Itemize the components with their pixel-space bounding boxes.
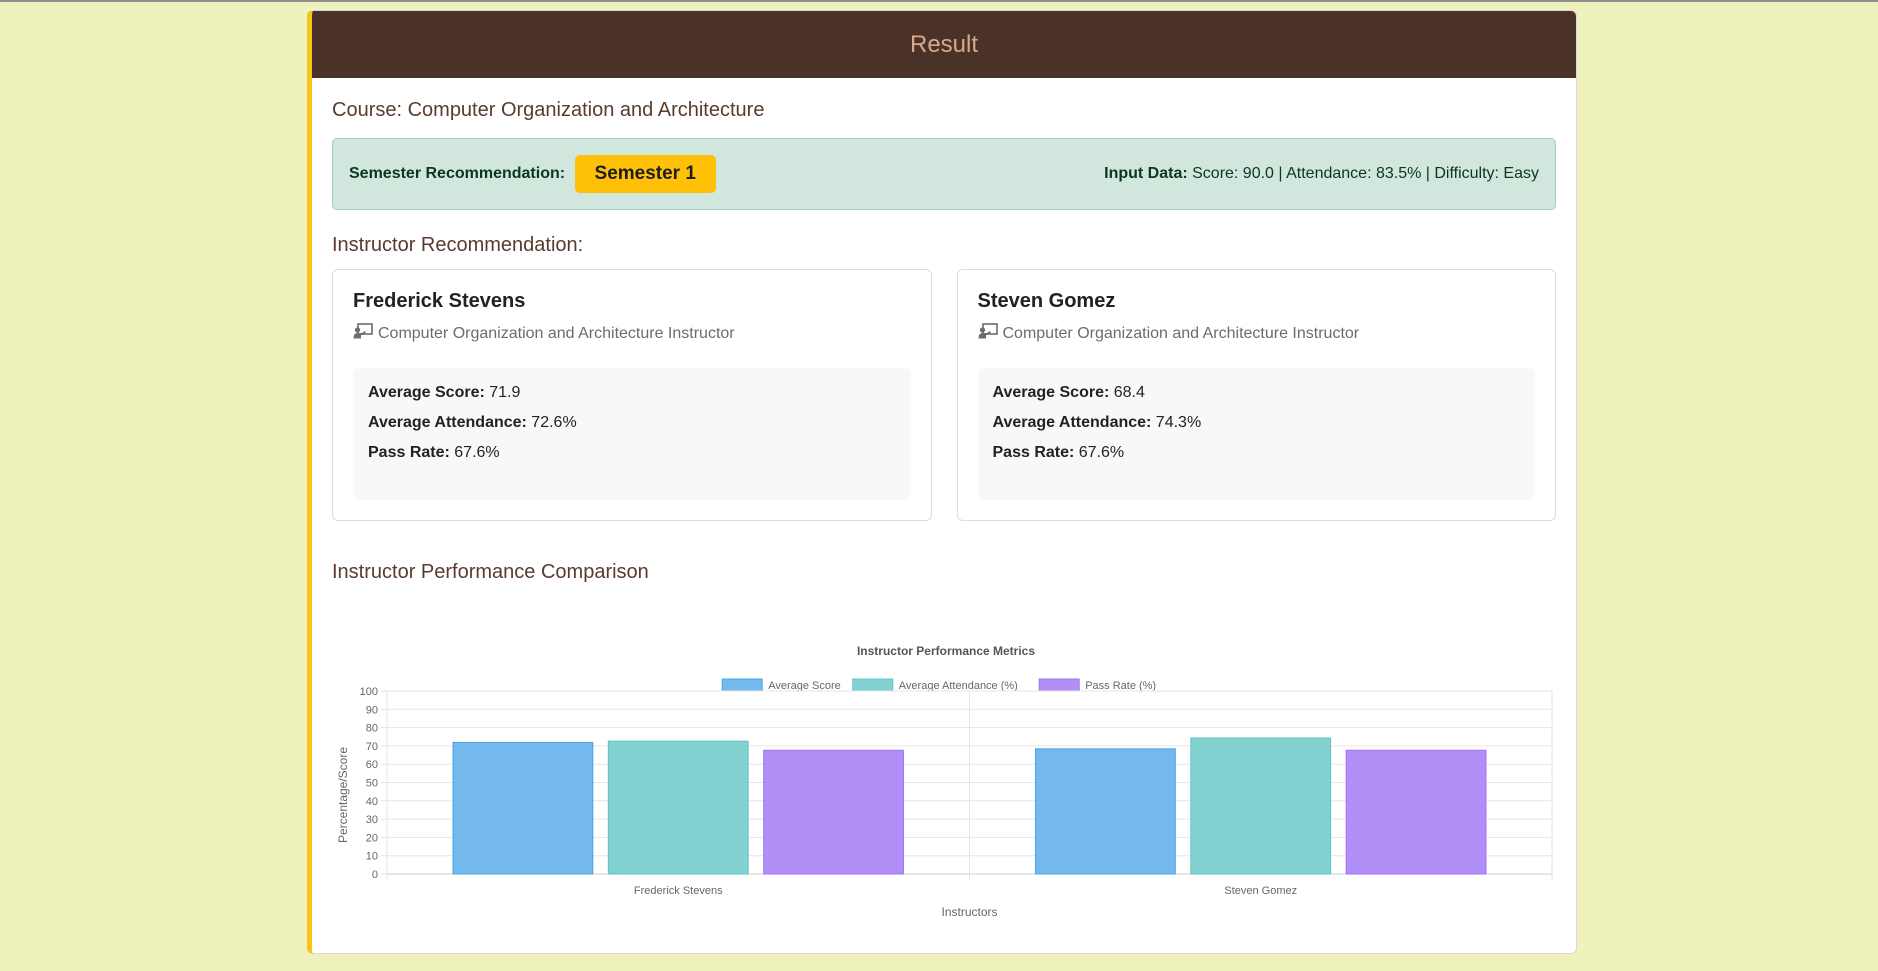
instructor-role: Computer Organization and Architecture I… (978, 323, 1536, 344)
bar (1035, 748, 1176, 875)
average-score-label: Average Score: (992, 384, 1110, 401)
y-axis-ticks: 0 10 20 30 40 50 60 70 80 90 100 (360, 686, 378, 881)
pass-rate-value: 67.6% (1074, 444, 1125, 461)
average-attendance-row: Average Attendance: 72.6% (368, 414, 896, 432)
result-body: Course: Computer Organization and Archit… (312, 99, 1576, 923)
top-border (0, 0, 1878, 2)
bar (1190, 737, 1332, 875)
x-tick-label: Frederick Stevens (634, 885, 723, 897)
instructor-list: Frederick Stevens Computer Organization … (332, 269, 1556, 521)
y-tick-label: 10 (366, 851, 378, 863)
y-tick-label: 20 (366, 832, 378, 844)
chart-legend: Average Score Average Attendance (%) Pass … (721, 678, 1156, 692)
instructor-role: Computer Organization and Architecture I… (353, 323, 911, 344)
input-data-label: Input Data: (1104, 165, 1188, 182)
y-tick-label: 30 (366, 814, 378, 826)
average-attendance-label: Average Attendance: (992, 414, 1152, 431)
instructor-section-title: Instructor Recommendation: (332, 234, 584, 256)
instructor-card: Frederick Stevens Computer Organization … (332, 269, 932, 521)
legend-swatch (1038, 678, 1080, 692)
comparison-title: Instructor Performance Comparison (332, 561, 649, 583)
bar (1345, 749, 1487, 875)
y-tick-label: 70 (366, 741, 378, 753)
y-tick-label: 40 (366, 796, 378, 808)
semester-recommendation: Semester Recommendation: Semester 1 (349, 155, 716, 193)
pass-rate-row: Pass Rate: 67.6% (368, 444, 896, 462)
pass-rate-value: 67.6% (449, 444, 500, 461)
y-tick-label: 100 (360, 686, 378, 698)
y-tick-label: 90 (366, 704, 378, 716)
result-card: Result Course: Computer Organization and… (307, 10, 1577, 954)
legend-label: Average Score (768, 680, 841, 692)
instructor-stats: Average Score: 68.4 Average Attendance: … (977, 368, 1535, 500)
average-score-label: Average Score: (368, 384, 485, 401)
instructor-name: Steven Gomez (977, 290, 1116, 312)
x-tick-label: Steven Gomez (1224, 885, 1297, 897)
performance-chart: Instructor Performance Metrics Average S… (336, 644, 1553, 919)
bar (607, 740, 749, 875)
average-score-value: 68.4 (1109, 384, 1145, 401)
average-attendance-value: 72.6% (526, 414, 577, 431)
y-tick-label: 80 (366, 723, 378, 735)
y-tick-label: 60 (366, 759, 378, 771)
average-score-row: Average Score: 71.9 (368, 384, 896, 402)
instructor-card: Steven Gomez Computer Organization and A… (956, 269, 1556, 521)
y-tick-label: 0 (372, 869, 378, 881)
course-title: Course: Computer Organization and Archit… (332, 99, 765, 121)
pass-rate-label: Pass Rate: (992, 444, 1075, 461)
average-attendance-label: Average Attendance: (368, 414, 527, 431)
semester-alert: Semester Recommendation: Semester 1 Inpu… (332, 138, 1556, 210)
average-attendance-row: Average Attendance: 74.3% (993, 414, 1521, 432)
average-score-row: Average Score: 68.4 (993, 384, 1521, 402)
instructor-role-text: Computer Organization and Architecture I… (378, 324, 735, 342)
legend-label: Average Attendance (%) (899, 680, 1018, 692)
average-attendance-value: 74.3% (1151, 414, 1202, 431)
legend-swatch (852, 678, 894, 692)
pass-rate-row: Pass Rate: 67.6% (993, 444, 1521, 462)
bar (763, 749, 904, 875)
instructor-role-text: Computer Organization and Architecture I… (1002, 324, 1360, 342)
instructor-name: Frederick Stevens (353, 290, 526, 312)
x-axis-label: Instructors (941, 905, 997, 919)
input-data: Input Data: Score: 90.0 | Attendance: 83… (1104, 165, 1539, 183)
legend-swatch (721, 678, 763, 692)
instructor-stats: Average Score: 71.9 Average Attendance: … (353, 368, 911, 500)
y-tick-label: 50 (366, 778, 378, 790)
legend-label: Pass Rate (%) (1085, 680, 1156, 692)
semester-badge: Semester 1 (574, 155, 716, 193)
x-axis-ticks: Frederick Stevens Steven Gomez (634, 885, 1297, 897)
bar (452, 741, 594, 875)
chalkboard-teacher-icon (353, 323, 373, 344)
average-score-value: 71.9 (484, 384, 521, 401)
chart-title: Instructor Performance Metrics (857, 644, 1035, 658)
result-header: Result (312, 11, 1576, 78)
chalkboard-teacher-icon (978, 323, 998, 344)
semester-label: Semester Recommendation: (349, 165, 566, 183)
y-axis-label: Percentage/Score (336, 747, 350, 843)
pass-rate-label: Pass Rate: (368, 444, 450, 461)
input-data-text: Score: 90.0 | Attendance: 83.5% | Diffic… (1187, 165, 1539, 182)
page-title: Result (909, 30, 979, 58)
